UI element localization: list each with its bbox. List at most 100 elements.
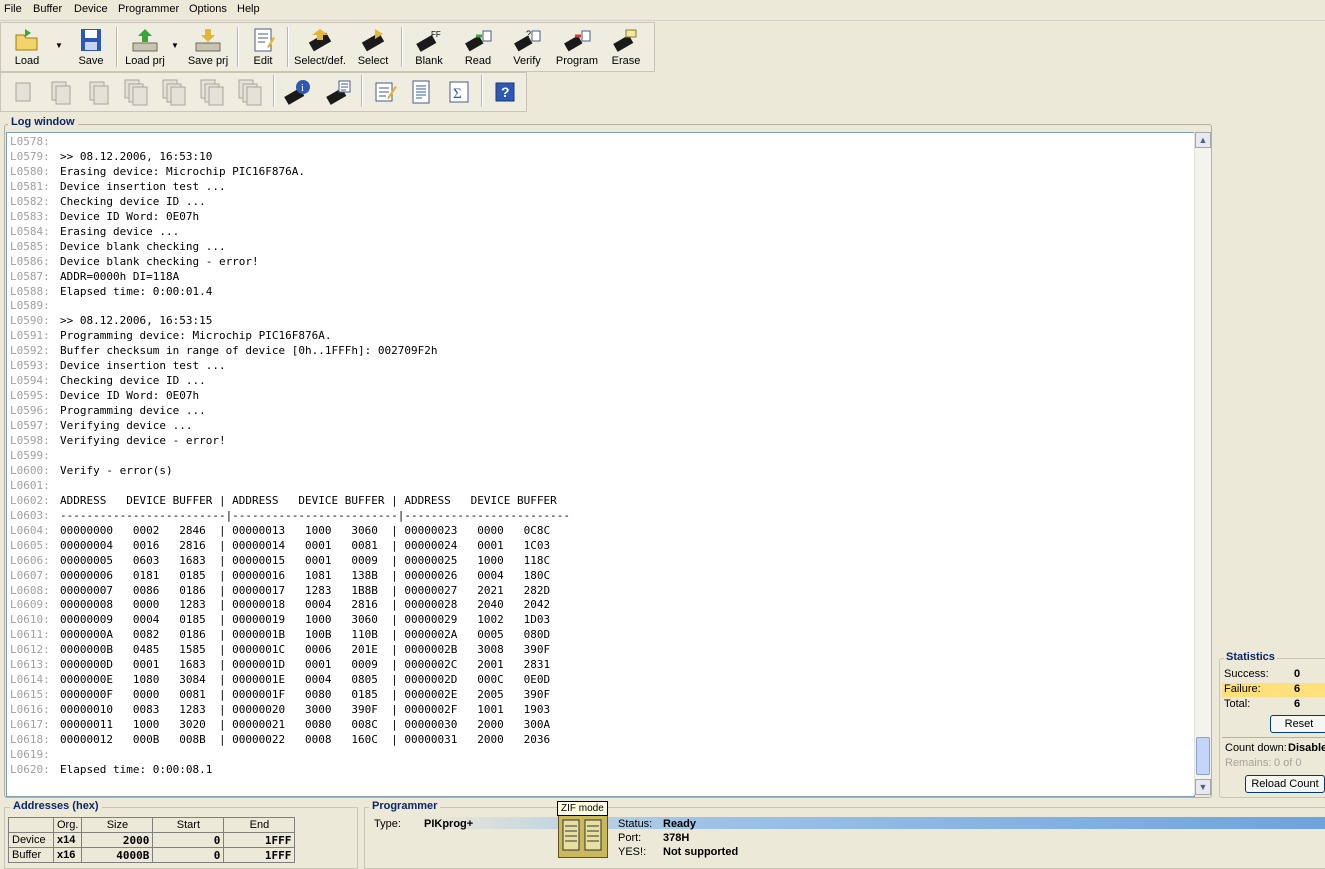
log-line-text: Elapsed time: 0:00:08.1 [60, 762, 213, 776]
log-line: L0597: Verifying device ... [10, 418, 192, 433]
menu-file[interactable]: File [4, 3, 22, 15]
scroll-down-icon[interactable]: ▼ [1195, 779, 1211, 795]
chip-info-icon[interactable]: i [283, 78, 311, 106]
menu-bar: File Buffer Device Programmer Options He… [0, 0, 1325, 21]
program-button[interactable]: Program [553, 25, 601, 69]
log-line-number: L0610: [10, 613, 50, 627]
total-value: 6 [1294, 698, 1301, 710]
log-line-number: L0580: [10, 164, 50, 178]
menu-device[interactable]: Device [74, 3, 108, 15]
log-line: L0599: [10, 448, 60, 463]
multi-copy-icon[interactable] [123, 78, 151, 106]
chip-read-icon [465, 30, 492, 52]
load-button[interactable]: Load [7, 25, 47, 69]
addr-row-label: Device [8, 832, 54, 848]
log-line-text: 0000000A 0082 0186 | 0000001B 100B 110B … [60, 628, 551, 642]
edit-button[interactable]: Edit [245, 25, 281, 69]
load-project-dropdown-icon[interactable]: ▼ [171, 41, 179, 50]
statistics-title: Statistics [1224, 651, 1277, 663]
log-line: L0606: 00000005 0603 1683 | 00000015 0001… [10, 553, 550, 568]
reset-button[interactable]: Reset [1270, 715, 1325, 733]
chip-settings-icon[interactable] [325, 78, 353, 106]
log-line-text: >> 08.12.2006, 16:53:15 [60, 314, 213, 328]
zif-socket-icon[interactable] [558, 813, 608, 858]
log-line-text: ADDR=0000h DI=118A [60, 269, 180, 283]
notepad-icon[interactable] [371, 78, 399, 106]
select-button[interactable]: Select [353, 25, 393, 69]
log-line: L0605: 00000004 0016 2816 | 00000014 0001… [10, 538, 550, 553]
yes-label: YES!: [618, 846, 647, 858]
log-line: L0593: Device insertion test ... [10, 358, 226, 373]
copy-icon[interactable] [85, 78, 113, 106]
menu-buffer[interactable]: Buffer [33, 3, 62, 15]
log-line: L0609: 00000008 0000 1283 | 00000018 0004… [10, 597, 550, 612]
menu-programmer[interactable]: Programmer [118, 3, 179, 15]
log-line-text: Elapsed time: 0:00:01.4 [60, 284, 213, 298]
log-line: L0590: >> 08.12.2006, 16:53:15 [10, 313, 212, 328]
addr-size[interactable]: 2000 [81, 832, 154, 848]
chip-program-icon [564, 30, 591, 52]
success-label: Success: [1224, 668, 1269, 680]
save-project-button[interactable]: Save prj [185, 25, 231, 69]
read-button[interactable]: Read [457, 25, 499, 69]
load-dropdown-icon[interactable]: ▼ [55, 41, 63, 50]
log-line-text: 0000000D 0001 1683 | 0000001D 0001 0009 … [60, 658, 551, 672]
log-line-text: Verify - error(s) [60, 463, 173, 477]
load-project-button[interactable]: Load prj [121, 25, 169, 69]
log-line-number: L0608: [10, 583, 50, 597]
log-line-text: 00000008 0000 1283 | 00000018 0004 2816 … [60, 598, 551, 612]
countdown-label: Count down: [1225, 742, 1287, 754]
log-line: L0578: [10, 134, 60, 149]
log-line-number: L0596: [10, 404, 50, 418]
log-line: L0589: [10, 298, 60, 313]
log-line-number: L0586: [10, 254, 50, 268]
log-line-number: L0589: [10, 299, 50, 313]
log-line-text: Erasing device: Microchip PIC16F876A. [60, 164, 306, 178]
log-line: L0582: Checking device ID ... [10, 194, 206, 209]
blank-check-button[interactable]: FF Blank [407, 25, 451, 69]
log-line-number: L0587: [10, 269, 50, 283]
sigma-icon[interactable]: Σ [445, 78, 473, 106]
log-line-number: L0600: [10, 463, 50, 477]
save-button[interactable]: Save [71, 25, 111, 69]
log-line: L0611: 0000000A 0082 0186 | 0000001B 100B… [10, 627, 550, 642]
addr-start[interactable]: 0 [152, 847, 225, 863]
addr-end[interactable]: 1FFF [223, 832, 296, 848]
log-line-text: 00000007 0086 0186 | 00000017 1283 1B8B … [60, 583, 551, 597]
log-line-text: 00000000 0002 2846 | 00000013 1000 3060 … [60, 523, 551, 537]
report-icon[interactable] [407, 78, 435, 106]
log-line-text: Erasing device ... [60, 224, 180, 238]
copy-icon[interactable] [47, 78, 75, 106]
log-line-number: L0614: [10, 673, 50, 687]
multi-copy-icon[interactable] [161, 78, 189, 106]
reload-count-button[interactable]: Reload Count [1245, 775, 1325, 793]
failure-value: 6 [1294, 683, 1301, 695]
log-line-number: L0613: [10, 658, 50, 672]
log-line-number: L0590: [10, 314, 50, 328]
remains-value: 0 of 0 [1274, 757, 1302, 769]
help-icon[interactable]: ? [491, 78, 519, 106]
scroll-up-icon[interactable]: ▲ [1195, 132, 1211, 148]
addr-size[interactable]: 4000B [81, 847, 154, 863]
port-label: Port: [618, 832, 642, 844]
addr-end[interactable]: 1FFF [223, 847, 296, 863]
addr-start[interactable]: 0 [152, 832, 225, 848]
multi-copy-icon[interactable] [199, 78, 227, 106]
log-line: L0594: Checking device ID ... [10, 373, 206, 388]
menu-options[interactable]: Options [189, 3, 227, 15]
page-icon[interactable] [9, 78, 37, 106]
log-line-number: L0591: [10, 329, 50, 343]
erase-button[interactable]: Erase [607, 25, 645, 69]
log-line-text: -------------------------|--------------… [60, 508, 570, 522]
addr-org: x16 [52, 847, 83, 863]
log-scrollbar[interactable]: ▲ ▼ [1194, 132, 1211, 795]
log-line: L0607: 00000006 0181 0185 | 00000016 1081… [10, 568, 550, 583]
menu-help[interactable]: Help [237, 3, 260, 15]
verify-button[interactable]: ? Verify [505, 25, 549, 69]
select-default-button[interactable]: Select/def. [293, 25, 347, 69]
multi-copy-icon[interactable] [237, 78, 265, 106]
log-text-area[interactable]: L0578: L0579: >> 08.12.2006, 16:53:10 L0580… [6, 132, 1195, 797]
log-line: L0602: ADDRESS DEVICE BUFFER | ADDRESS DE… [10, 493, 557, 508]
log-line-number: L0592: [10, 344, 50, 358]
scroll-thumb[interactable] [1196, 737, 1210, 775]
